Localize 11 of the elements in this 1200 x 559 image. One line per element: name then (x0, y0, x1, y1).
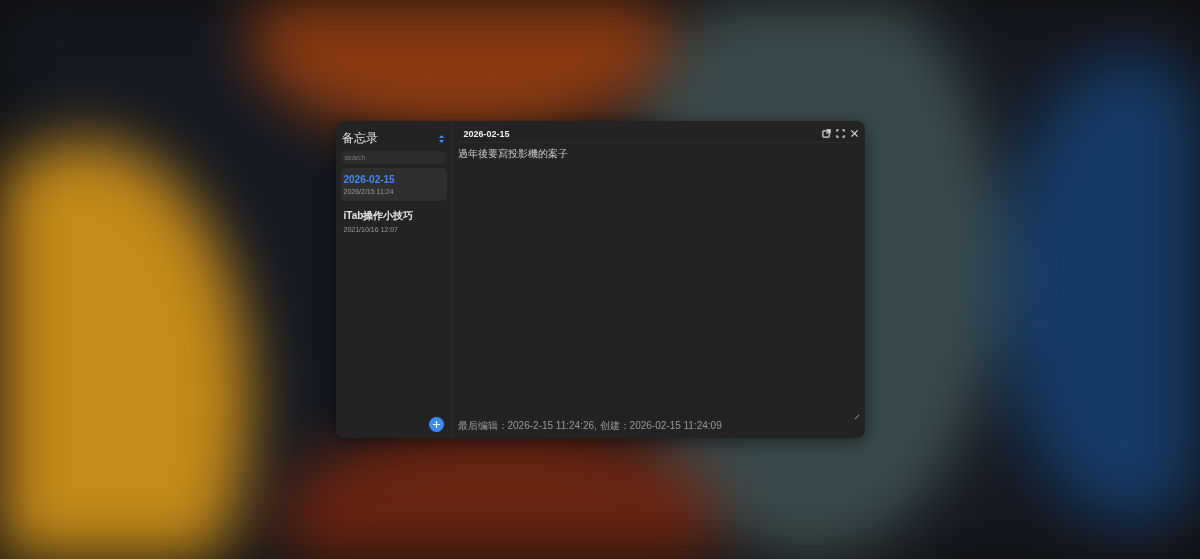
plus-icon (432, 421, 440, 428)
note-content[interactable]: 過年後要寫投影機的案子 (457, 147, 859, 415)
resize-grip-icon[interactable] (854, 415, 859, 419)
note-title: 2026-02-15 (463, 128, 510, 139)
edit-info-text: 最后编辑：2026-2-15 11:24:26, 创建：2026-02-15 11:24:09 (457, 419, 723, 433)
add-note-button[interactable] (428, 417, 444, 432)
sort-icon[interactable] (438, 134, 444, 143)
export-icon[interactable] (821, 129, 831, 138)
sidebar-title: 备忘录 (341, 130, 378, 147)
close-icon[interactable] (849, 129, 859, 138)
fullscreen-icon[interactable] (835, 129, 845, 138)
